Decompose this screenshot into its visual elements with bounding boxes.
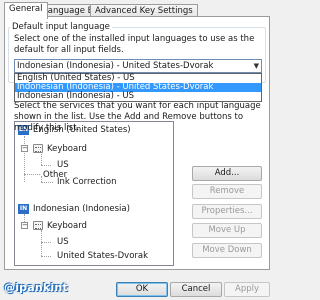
apply-button[interactable]: Apply (224, 282, 270, 297)
properties-button[interactable]: Properties... (192, 204, 262, 219)
keyboard-icon (33, 221, 43, 230)
combobox-value: Indonesian (Indonesia) - United States-D… (17, 61, 214, 71)
tree-item-us[interactable]: US (57, 160, 69, 170)
default-language-group-label: Default input language (10, 22, 112, 32)
move-down-button[interactable]: Move Down (192, 243, 262, 258)
remove-button[interactable]: Remove (192, 184, 262, 199)
add-button[interactable]: Add... (192, 166, 262, 181)
tree-connector (24, 174, 40, 175)
default-language-description: Select one of the installed input langua… (14, 34, 255, 55)
installed-services-description: Select the services that you want for ea… (14, 101, 261, 133)
tree-item-keyboard[interactable]: Keyboard (47, 221, 87, 231)
cancel-button[interactable]: Cancel (170, 282, 222, 297)
tree-connector (41, 165, 51, 166)
default-language-combobox[interactable]: Indonesian (Indonesia) - United States-D… (14, 59, 262, 73)
tab-general[interactable]: General (4, 2, 48, 19)
minus-icon[interactable]: − (21, 145, 28, 152)
tree-connector (41, 230, 42, 256)
dropdown-option-indonesian-us[interactable]: Indonesian (Indonesia) - US (15, 92, 261, 101)
tree-item-ink-correction[interactable]: Ink Correction (57, 177, 117, 187)
watermark-text: @ipankint (4, 281, 68, 294)
chevron-down-icon[interactable]: ▼ (254, 60, 259, 72)
tree-connector (41, 256, 51, 257)
tree-item-us[interactable]: US (57, 237, 69, 247)
tree-connector (41, 152, 42, 165)
ok-button[interactable]: OK (116, 282, 168, 297)
installed-services-tree[interactable]: EN English (United States) − Keyboard US… (14, 121, 174, 266)
tree-connector (41, 242, 51, 243)
tree-connector (24, 136, 25, 182)
tree-item-united-states-dvorak[interactable]: United States-Dvorak (57, 251, 148, 261)
language-flag-icon: IN (18, 204, 29, 214)
default-language-dropdown-list: English (United States) - US Indonesian … (14, 73, 262, 102)
tree-connector (41, 182, 53, 183)
tree-item-indonesian[interactable]: Indonesian (Indonesia) (33, 204, 130, 214)
tree-item-keyboard[interactable]: Keyboard (47, 144, 87, 154)
move-up-button[interactable]: Move Up (192, 223, 262, 238)
keyboard-icon (33, 144, 43, 153)
minus-icon[interactable]: − (21, 222, 28, 229)
